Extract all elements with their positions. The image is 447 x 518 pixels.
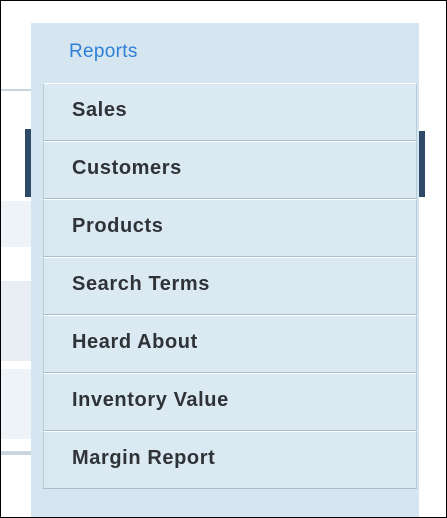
menu-item-heard-about[interactable]: Heard About [43, 315, 417, 373]
reports-menu: Sales Customers Products Search Terms He… [43, 83, 417, 489]
menu-item-customers[interactable]: Customers [43, 141, 417, 199]
menu-item-sales[interactable]: Sales [43, 83, 417, 141]
background-header-right [419, 131, 425, 197]
menu-item-search-terms[interactable]: Search Terms [43, 257, 417, 315]
menu-item-margin-report[interactable]: Margin Report [43, 431, 417, 489]
menu-item-products[interactable]: Products [43, 199, 417, 257]
screenshot-frame: Reports Sales Customers Products Search … [0, 0, 447, 518]
reports-menu-header[interactable]: Reports [69, 41, 138, 63]
menu-item-inventory-value[interactable]: Inventory Value [43, 373, 417, 431]
